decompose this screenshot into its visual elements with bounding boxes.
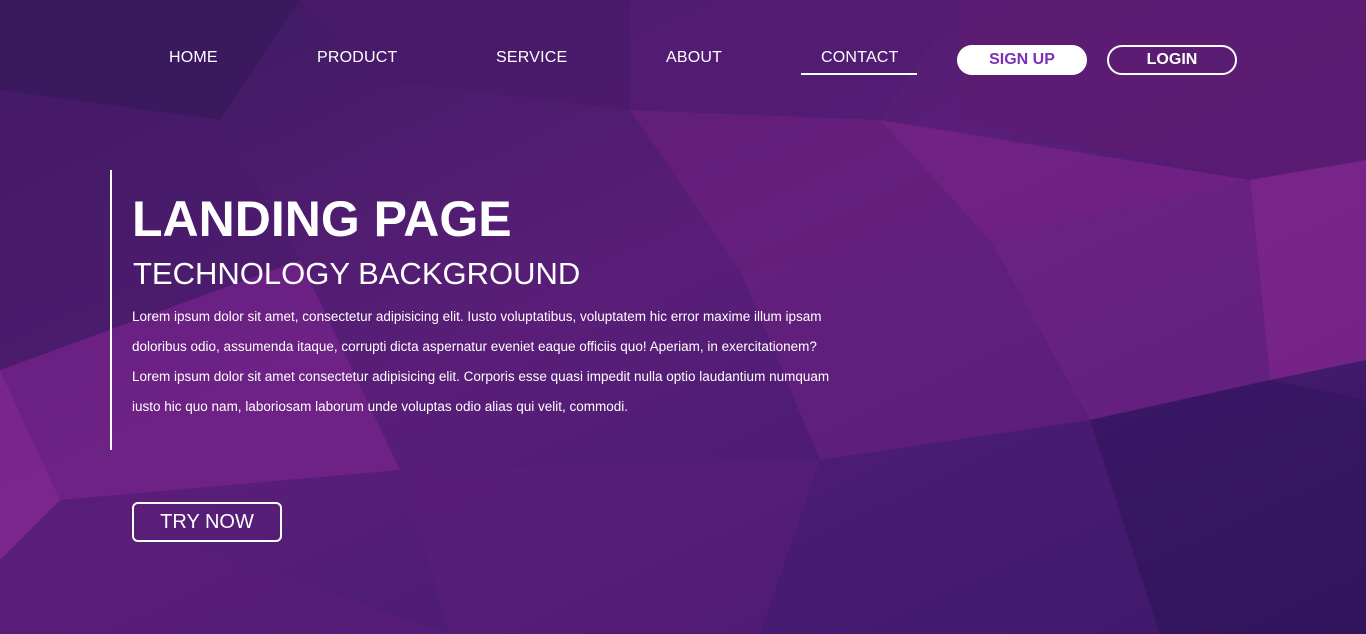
login-button[interactable]: LOGIN (1107, 45, 1237, 75)
nav-item-about[interactable]: ABOUT (666, 48, 722, 68)
nav-item-contact[interactable]: CONTACT (821, 48, 899, 68)
signup-button[interactable]: SIGN UP (957, 45, 1087, 75)
nav-item-service[interactable]: SERVICE (496, 48, 567, 68)
hero-description: Lorem ipsum dolor sit amet, consectetur … (132, 309, 830, 414)
hero-subtitle: TECHNOLOGY BACKGROUND (133, 256, 581, 291)
page-content: HOME PRODUCT SERVICE ABOUT CONTACT SIGN … (0, 0, 1366, 634)
nav-item-product[interactable]: PRODUCT (317, 48, 398, 68)
try-now-button[interactable]: TRY NOW (132, 502, 282, 542)
nav-active-underline (801, 73, 917, 75)
hero-title: LANDING PAGE (132, 191, 512, 247)
nav-item-home[interactable]: HOME (169, 48, 218, 68)
hero-accent-bar (110, 170, 112, 450)
